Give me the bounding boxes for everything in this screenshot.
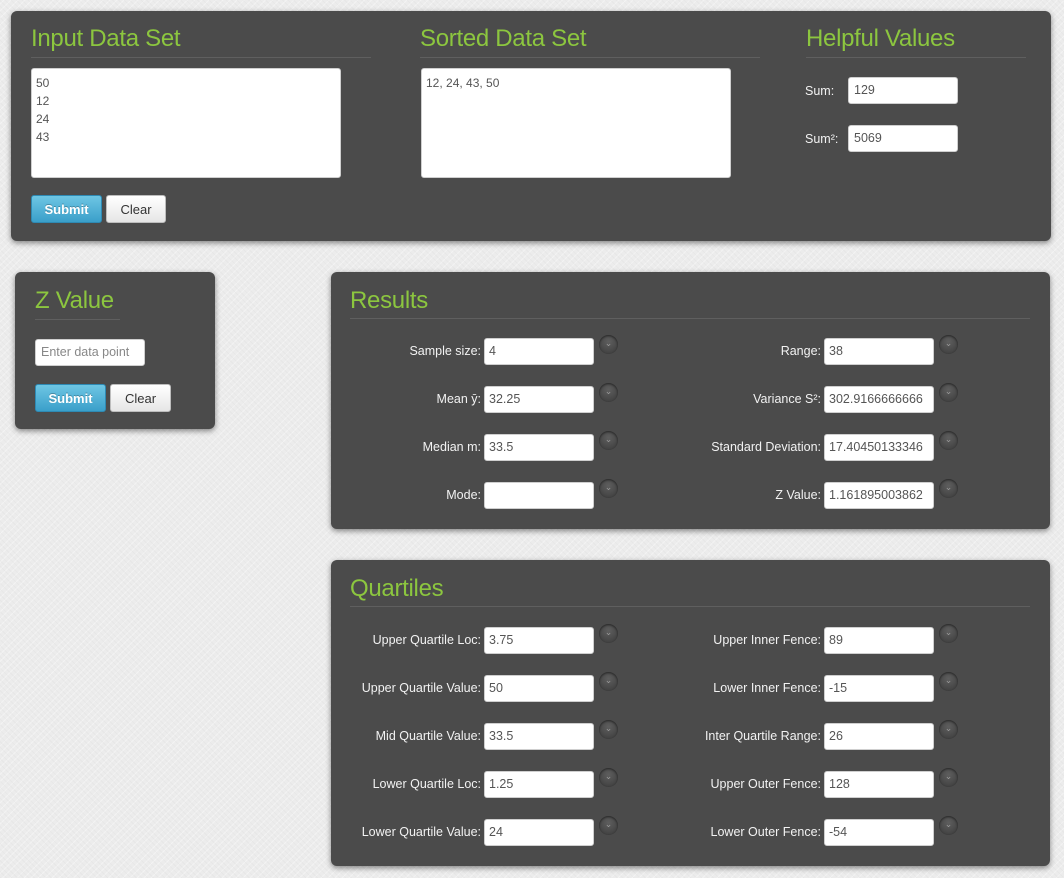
lower-outer-fence-field[interactable]: -54 <box>824 819 934 846</box>
mode-label: Mode: <box>446 488 481 502</box>
z-submit-button[interactable]: Submit <box>35 384 106 412</box>
chevron-down-icon[interactable]: ⌄ <box>599 720 618 739</box>
median-field[interactable]: 33.5 <box>484 434 594 461</box>
standard-deviation-label: Standard Deviation: <box>711 440 821 454</box>
sum-label: Sum: <box>805 84 835 98</box>
mid-quartile-value-label: Mid Quartile Value: <box>375 729 481 743</box>
chevron-down-icon[interactable]: ⌄ <box>599 335 618 354</box>
helpful-values-title: Helpful Values <box>806 25 955 52</box>
mean-field[interactable]: 32.25 <box>484 386 594 413</box>
divider <box>350 318 1030 319</box>
chevron-down-icon[interactable]: ⌄ <box>939 672 958 691</box>
upper-outer-fence-label: Upper Outer Fence: <box>710 777 821 791</box>
z-clear-button[interactable]: Clear <box>110 384 171 412</box>
lower-quartile-loc-label: Lower Quartile Loc: <box>372 777 481 791</box>
variance-label: Variance S²: <box>753 392 821 406</box>
quartiles-panel: Quartiles Upper Quartile Loc: 3.75 ⌄ Upp… <box>331 560 1050 866</box>
lower-quartile-value-field[interactable]: 24 <box>484 819 594 846</box>
z-value-label: Z Value: <box>775 488 821 502</box>
chevron-down-icon[interactable]: ⌄ <box>939 720 958 739</box>
sum-field[interactable]: 129 <box>848 77 958 104</box>
input-data-textarea[interactable]: 50 12 24 43 <box>31 68 341 178</box>
results-title: Results <box>350 287 428 314</box>
chevron-down-icon[interactable]: ⌄ <box>939 624 958 643</box>
mid-quartile-value-field[interactable]: 33.5 <box>484 723 594 750</box>
z-value-title: Z Value <box>35 287 114 314</box>
results-panel: Results Sample size: 4 ⌄ Mean ȳ: 32.25 ⌄… <box>331 272 1050 529</box>
sum-squared-label: Sum²: <box>805 132 839 146</box>
divider <box>350 606 1030 607</box>
input-submit-button[interactable]: Submit <box>31 195 102 223</box>
upper-inner-fence-field[interactable]: 89 <box>824 627 934 654</box>
sample-size-label: Sample size: <box>409 344 481 358</box>
chevron-down-icon[interactable]: ⌄ <box>599 672 618 691</box>
divider <box>806 57 1026 58</box>
chevron-down-icon[interactable]: ⌄ <box>939 816 958 835</box>
divider <box>35 319 120 320</box>
standard-deviation-field[interactable]: 17.40450133346 <box>824 434 934 461</box>
inter-quartile-range-label: Inter Quartile Range: <box>704 729 821 743</box>
lower-inner-fence-field[interactable]: -15 <box>824 675 934 702</box>
upper-inner-fence-label: Upper Inner Fence: <box>713 633 821 647</box>
sum-squared-field[interactable]: 5069 <box>848 125 958 152</box>
upper-quartile-value-field[interactable]: 50 <box>484 675 594 702</box>
input-clear-button[interactable]: Clear <box>106 195 166 223</box>
lower-quartile-value-label: Lower Quartile Value: <box>361 825 481 839</box>
z-value-panel: Z Value Enter data point Submit Clear <box>15 272 215 429</box>
z-value-field[interactable]: 1.161895003862 <box>824 482 934 509</box>
chevron-down-icon[interactable]: ⌄ <box>939 383 958 402</box>
variance-field[interactable]: 302.9166666666 <box>824 386 934 413</box>
chevron-down-icon[interactable]: ⌄ <box>599 431 618 450</box>
lower-quartile-loc-field[interactable]: 1.25 <box>484 771 594 798</box>
mean-label: Mean ȳ: <box>436 392 481 406</box>
lower-inner-fence-label: Lower Inner Fence: <box>713 681 821 695</box>
chevron-down-icon[interactable]: ⌄ <box>599 816 618 835</box>
mode-field[interactable] <box>484 482 594 509</box>
divider <box>420 57 760 58</box>
inter-quartile-range-field[interactable]: 26 <box>824 723 934 750</box>
sorted-data-set-title: Sorted Data Set <box>420 25 587 52</box>
median-label: Median m: <box>422 440 481 454</box>
chevron-down-icon[interactable]: ⌄ <box>599 383 618 402</box>
chevron-down-icon[interactable]: ⌄ <box>939 768 958 787</box>
chevron-down-icon[interactable]: ⌄ <box>599 479 618 498</box>
sample-size-field[interactable]: 4 <box>484 338 594 365</box>
chevron-down-icon[interactable]: ⌄ <box>599 768 618 787</box>
chevron-down-icon[interactable]: ⌄ <box>939 431 958 450</box>
chevron-down-icon[interactable]: ⌄ <box>939 335 958 354</box>
lower-outer-fence-label: Lower Outer Fence: <box>710 825 821 839</box>
quartiles-title: Quartiles <box>350 575 444 602</box>
upper-outer-fence-field[interactable]: 128 <box>824 771 934 798</box>
sorted-data-textarea[interactable]: 12, 24, 43, 50 <box>421 68 731 178</box>
upper-quartile-loc-field[interactable]: 3.75 <box>484 627 594 654</box>
z-data-point-input[interactable]: Enter data point <box>35 339 145 366</box>
data-input-panel: Input Data Set 50 12 24 43 Submit Clear … <box>11 11 1051 241</box>
chevron-down-icon[interactable]: ⌄ <box>599 624 618 643</box>
input-data-set-title: Input Data Set <box>31 25 181 52</box>
divider <box>31 57 371 58</box>
chevron-down-icon[interactable]: ⌄ <box>939 479 958 498</box>
range-field[interactable]: 38 <box>824 338 934 365</box>
upper-quartile-value-label: Upper Quartile Value: <box>361 681 481 695</box>
range-label: Range: <box>780 344 821 358</box>
upper-quartile-loc-label: Upper Quartile Loc: <box>372 633 481 647</box>
